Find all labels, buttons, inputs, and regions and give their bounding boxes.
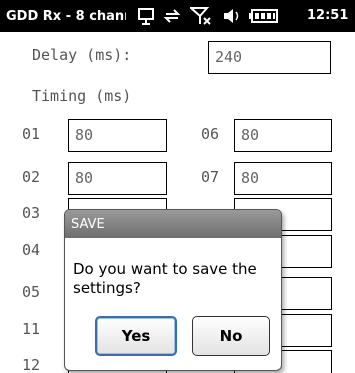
channel-02-label: 02	[22, 168, 41, 186]
channel-02-input[interactable]: 80	[68, 162, 167, 195]
channel-12-label: 12	[22, 356, 41, 373]
channel-11-label: 11	[22, 320, 41, 338]
dialog-title: SAVE	[65, 210, 281, 238]
clock[interactable]: 12:51	[307, 0, 348, 32]
dialog-message: Do you want to save the settings?	[73, 260, 257, 297]
speaker-icon[interactable]	[222, 6, 242, 26]
timing-label: Timing (ms)	[32, 87, 132, 105]
channel-07-input[interactable]: 80	[234, 162, 332, 195]
channel-03-label: 03	[22, 204, 41, 222]
app-title: GDD Rx - 8 channels	[6, 8, 126, 24]
yes-button[interactable]: Yes	[95, 316, 177, 356]
channel-01-input[interactable]: 80	[68, 119, 167, 152]
signal-no-service-icon[interactable]	[190, 6, 212, 26]
no-button[interactable]: No	[192, 316, 270, 356]
data-transfer-icon[interactable]	[162, 6, 182, 26]
channel-01-label: 01	[22, 125, 41, 143]
delay-label: Delay (ms):	[32, 46, 132, 64]
save-dialog: SAVE Do you want to save the settings? Y…	[64, 209, 282, 371]
battery-icon[interactable]	[249, 6, 279, 26]
sync-icon[interactable]	[136, 6, 156, 26]
channel-04-label: 04	[22, 241, 41, 259]
channel-06-label: 06	[201, 125, 220, 143]
channel-06-input[interactable]: 80	[234, 119, 332, 152]
channel-05-label: 05	[22, 283, 41, 301]
status-bar: GDD Rx - 8 channels 12:51	[0, 0, 355, 32]
channel-07-label: 07	[201, 168, 220, 186]
delay-input[interactable]: 240	[208, 41, 331, 74]
